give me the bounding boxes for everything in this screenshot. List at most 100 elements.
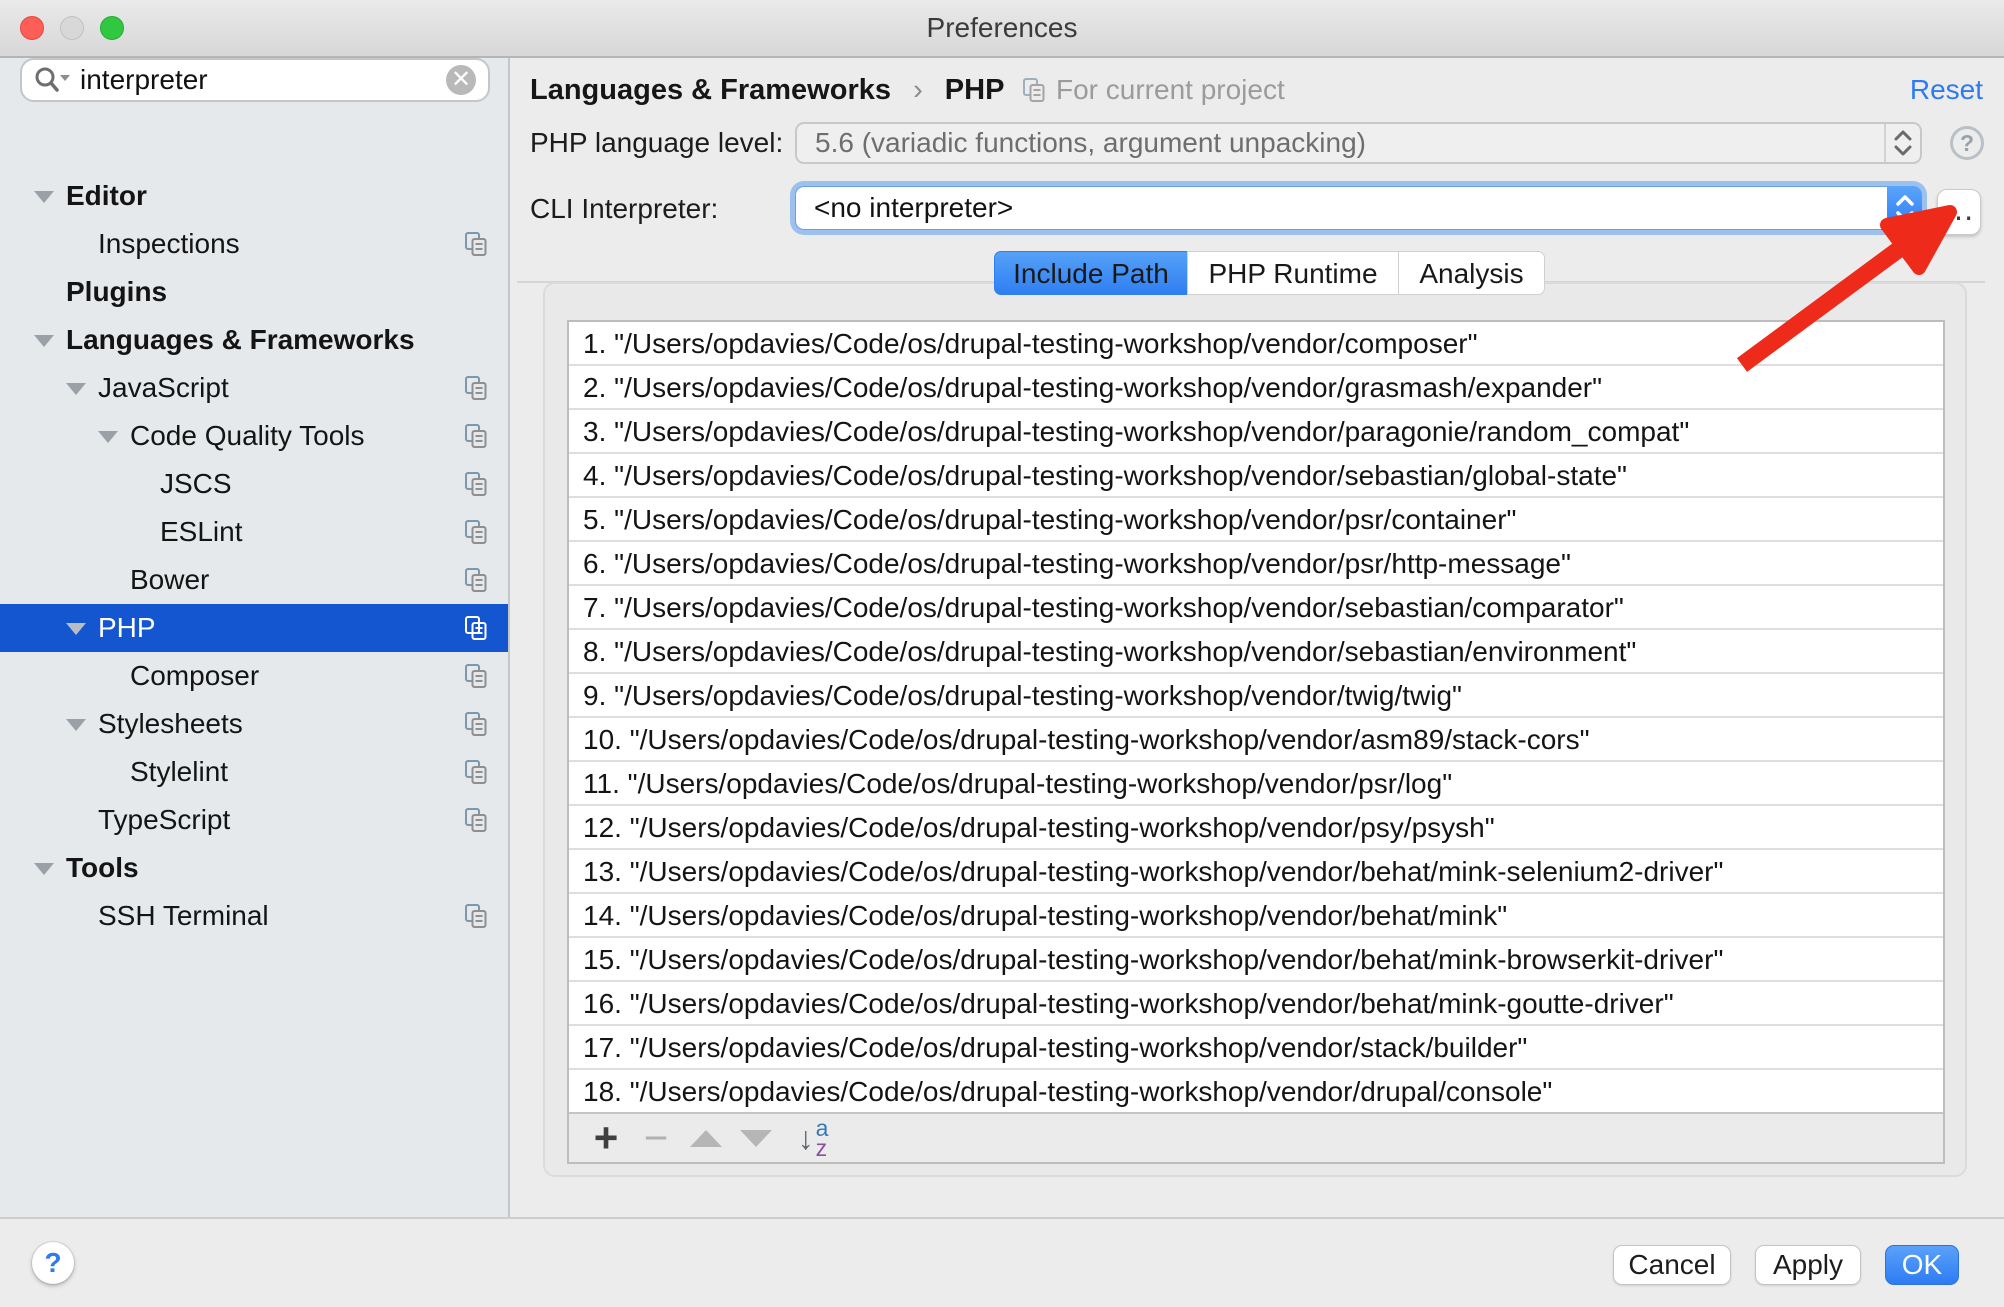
tab-analysis[interactable]: Analysis	[1398, 251, 1545, 295]
zoom-button[interactable]	[100, 16, 124, 40]
sidebar-item-composer[interactable]: Composer	[0, 652, 508, 700]
sidebar-item-stylesheets[interactable]: Stylesheets	[0, 700, 508, 748]
sidebar-item-languages-frameworks[interactable]: Languages & Frameworks	[0, 316, 508, 364]
include-path-row[interactable]: 11. "/Users/opdavies/Code/os/drupal-test…	[569, 762, 1943, 806]
sidebar-item-jscs[interactable]: JSCS	[0, 460, 508, 508]
sidebar-item-bower[interactable]: Bower	[0, 556, 508, 604]
move-up-icon	[690, 1130, 722, 1147]
breadcrumb: Languages & Frameworks › PHP	[530, 72, 1004, 108]
include-path-row[interactable]: 5. "/Users/opdavies/Code/os/drupal-testi…	[569, 498, 1943, 542]
override-icon	[464, 615, 488, 641]
title-bar[interactable]: Preferences	[0, 0, 2004, 58]
cli-interpreter-label: CLI Interpreter:	[530, 193, 718, 225]
sidebar-item-javascript[interactable]: JavaScript	[0, 364, 508, 412]
breadcrumb-chevron-icon: ›	[899, 74, 937, 106]
move-down-button[interactable]	[731, 1114, 781, 1162]
reset-link[interactable]: Reset	[1910, 72, 1983, 108]
override-icon	[464, 375, 488, 401]
sidebar-item-php[interactable]: PHP	[0, 604, 508, 652]
include-path-row[interactable]: 13. "/Users/opdavies/Code/os/drupal-test…	[569, 850, 1943, 894]
scope-indicator: For current project	[1022, 74, 1285, 106]
include-path-row[interactable]: 16. "/Users/opdavies/Code/os/drupal-test…	[569, 982, 1943, 1026]
sidebar-item-plugins[interactable]: Plugins	[0, 268, 508, 316]
include-path-row[interactable]: 15. "/Users/opdavies/Code/os/drupal-test…	[569, 938, 1943, 982]
search-icon[interactable]	[32, 65, 72, 95]
footer-divider	[0, 1217, 2004, 1219]
remove-path-button[interactable]: −	[631, 1114, 681, 1162]
sidebar-item-eslint[interactable]: ESLint	[0, 508, 508, 556]
include-path-row[interactable]: 10. "/Users/opdavies/Code/os/drupal-test…	[569, 718, 1943, 762]
move-down-icon	[740, 1130, 772, 1147]
include-path-row[interactable]: 7. "/Users/opdavies/Code/os/drupal-testi…	[569, 586, 1943, 630]
include-path-row[interactable]: 8. "/Users/opdavies/Code/os/drupal-testi…	[569, 630, 1943, 674]
sidebar-item-label: Tools	[66, 852, 139, 884]
minimize-button[interactable]	[60, 16, 84, 40]
tab-include-path[interactable]: Include Path	[994, 251, 1187, 295]
override-icon	[464, 759, 488, 785]
preferences-window: Preferences Editor Inspections Plugins Lan…	[0, 0, 2004, 1307]
cli-interpreter-stepper-icon[interactable]	[1887, 186, 1922, 230]
include-path-row[interactable]: 1. "/Users/opdavies/Code/os/drupal-testi…	[569, 322, 1943, 366]
sidebar-item-editor[interactable]: Editor	[0, 172, 508, 220]
expand-arrow-icon[interactable]	[66, 719, 86, 731]
include-path-row[interactable]: 12. "/Users/opdavies/Code/os/drupal-test…	[569, 806, 1943, 850]
scope-label: For current project	[1056, 74, 1285, 106]
language-level-value: 5.6 (variadic functions, argument unpack…	[797, 124, 1920, 162]
override-icon	[464, 567, 488, 593]
sidebar-item-label: Bower	[130, 564, 209, 596]
sidebar-item-tools[interactable]: Tools	[0, 844, 508, 892]
for-current-project-icon	[1022, 77, 1046, 103]
include-path-row[interactable]: 9. "/Users/opdavies/Code/os/drupal-testi…	[569, 674, 1943, 718]
include-path-row[interactable]: 2. "/Users/opdavies/Code/os/drupal-testi…	[569, 366, 1943, 410]
sidebar-item-label: Languages & Frameworks	[66, 324, 415, 356]
override-icon	[464, 519, 488, 545]
include-path-row[interactable]: 14. "/Users/opdavies/Code/os/drupal-test…	[569, 894, 1943, 938]
sidebar-item-typescript[interactable]: TypeScript	[0, 796, 508, 844]
include-path-row[interactable]: 18. "/Users/opdavies/Code/os/drupal-test…	[569, 1070, 1943, 1114]
language-level-label: PHP language level:	[530, 127, 783, 159]
sidebar-item-label: PHP	[98, 612, 156, 644]
override-icon	[464, 903, 488, 929]
ok-button[interactable]: OK	[1885, 1245, 1959, 1285]
cancel-button[interactable]: Cancel	[1613, 1245, 1731, 1285]
settings-search-field[interactable]: ✕	[20, 58, 490, 102]
override-icon	[464, 663, 488, 689]
override-icon	[464, 807, 488, 833]
language-level-stepper-icon[interactable]	[1884, 124, 1920, 162]
settings-sidebar: Editor Inspections Plugins Languages & Fra…	[0, 58, 510, 1217]
expand-arrow-icon[interactable]	[98, 431, 118, 443]
include-path-list[interactable]: 1. "/Users/opdavies/Code/os/drupal-testi…	[567, 320, 1945, 1164]
apply-button[interactable]: Apply	[1755, 1245, 1861, 1285]
expand-arrow-icon[interactable]	[34, 191, 54, 203]
cli-interpreter-combobox[interactable]: <no interpreter>	[795, 186, 1922, 230]
clear-search-icon[interactable]: ✕	[446, 65, 476, 95]
close-button[interactable]	[20, 16, 44, 40]
expand-arrow-icon[interactable]	[66, 623, 86, 635]
sidebar-item-label: JavaScript	[98, 372, 229, 404]
search-input[interactable]	[72, 64, 446, 96]
override-icon	[464, 711, 488, 737]
add-path-button[interactable]: +	[581, 1114, 631, 1162]
browse-interpreters-button[interactable]: …	[1937, 189, 1981, 235]
language-level-help-icon[interactable]: ?	[1950, 126, 1984, 160]
help-button[interactable]: ?	[32, 1242, 74, 1284]
expand-arrow-icon[interactable]	[34, 863, 54, 875]
sidebar-item-ssh-terminal[interactable]: SSH Terminal	[0, 892, 508, 940]
sidebar-item-label: Inspections	[98, 228, 240, 260]
sort-alphabetically-button[interactable]: ↓ az	[781, 1114, 845, 1162]
sidebar-item-stylelint[interactable]: Stylelint	[0, 748, 508, 796]
sort-az-icon: az	[816, 1118, 829, 1158]
include-path-row[interactable]: 17. "/Users/opdavies/Code/os/drupal-test…	[569, 1026, 1943, 1070]
expand-arrow-icon[interactable]	[66, 383, 86, 395]
include-path-row[interactable]: 3. "/Users/opdavies/Code/os/drupal-testi…	[569, 410, 1943, 454]
language-level-select[interactable]: 5.6 (variadic functions, argument unpack…	[795, 122, 1922, 164]
tab-php-runtime[interactable]: PHP Runtime	[1187, 251, 1398, 295]
expand-arrow-icon[interactable]	[34, 335, 54, 347]
sidebar-item-inspections[interactable]: Inspections	[0, 220, 508, 268]
include-path-row[interactable]: 4. "/Users/opdavies/Code/os/drupal-testi…	[569, 454, 1943, 498]
include-path-row[interactable]: 6. "/Users/opdavies/Code/os/drupal-testi…	[569, 542, 1943, 586]
sidebar-item-code-quality-tools[interactable]: Code Quality Tools	[0, 412, 508, 460]
window-title: Preferences	[0, 0, 2004, 56]
breadcrumb-parent[interactable]: Languages & Frameworks	[530, 74, 891, 106]
move-up-button[interactable]	[681, 1114, 731, 1162]
